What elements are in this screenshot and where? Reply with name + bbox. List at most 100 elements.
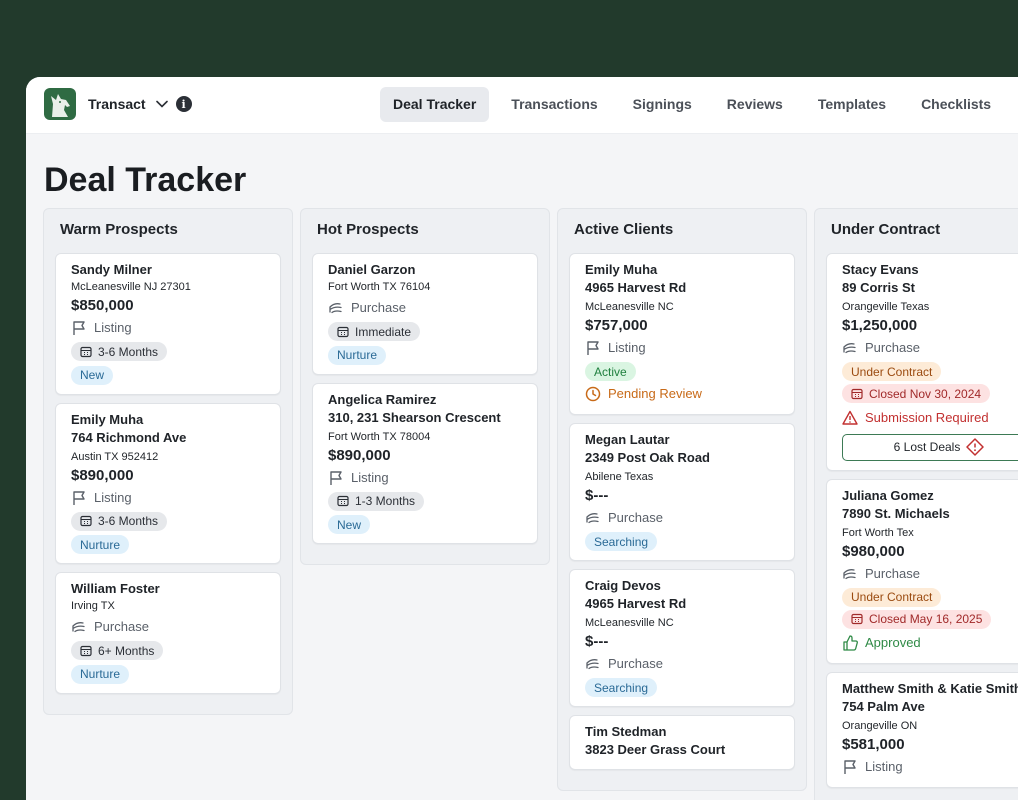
deal-card[interactable]: Angelica Ramirez 310, 231 Shearson Cresc… [312, 382, 538, 544]
timeline-label: Immediate [355, 324, 412, 339]
client-city: Orangeville Texas [842, 301, 930, 313]
client-name: Angelica Ramirez [328, 391, 437, 407]
review-status-label: Pending Review [608, 386, 702, 401]
timeline-label: 1-3 Months [355, 494, 416, 508]
closing-date-label: Closed May 16, 2025 [869, 612, 983, 626]
deal-price: $--- [585, 633, 609, 650]
deal-card[interactable]: Juliana Gomez 7890 St. Michaels Fort Wor… [826, 478, 1018, 664]
nav-tab-templates[interactable]: Templates [805, 87, 899, 122]
deal-card[interactable]: Sandy Milner McLeanesville NJ 27301 $850… [55, 253, 281, 395]
client-street: 7890 St. Michaels [842, 505, 950, 521]
calendar-icon [337, 495, 349, 507]
handshake-icon [71, 619, 87, 635]
clock-icon [585, 386, 601, 402]
closing-date-badge: Closed Nov 30, 2024 [842, 384, 991, 403]
nav-tab-transactions[interactable]: Transactions [498, 87, 610, 122]
nav-tab-deal-tracker[interactable]: Deal Tracker [380, 87, 490, 122]
handshake-icon [328, 300, 344, 316]
calendar-icon [851, 613, 863, 625]
deal-type: Listing [71, 487, 265, 509]
workspace-name[interactable]: Transact [88, 96, 146, 112]
stage-badge: Searching [585, 678, 658, 697]
submission-status-label: Submission Required [865, 409, 989, 425]
handshake-icon [585, 510, 601, 526]
client-city: Abilene Texas [585, 471, 654, 483]
thumbs-up-icon [842, 635, 858, 651]
deal-card[interactable]: Daniel Garzon Fort Worth TX 76104 Purcha… [312, 253, 538, 375]
timeline-label: 3-6 Months [98, 344, 159, 359]
client-city: Fort Worth TX 78004 [328, 430, 431, 443]
stage-badge: New [71, 365, 114, 385]
closing-date-label: Closed Nov 30, 2024 [869, 386, 982, 401]
deal-card[interactable]: Emily Muha 764 Richmond Ave Austin TX 95… [55, 402, 281, 564]
stage-badge: New [328, 515, 371, 534]
kanban-board: Warm Prospects Sandy Milner McLeanesvill… [43, 208, 1018, 800]
deal-card[interactable]: Megan Lautar 2349 Post Oak Road Abilene … [569, 423, 795, 561]
nav-tab-checklists[interactable]: Checklists [908, 87, 1004, 122]
flag-icon [328, 470, 344, 486]
deal-card[interactable]: Emily Muha 4965 Harvest Rd McLeanesville… [569, 253, 795, 415]
client-street: 4965 Harvest Rd [585, 280, 687, 295]
deal-type: Purchase [328, 297, 522, 319]
approval-status-label: Approved [865, 635, 921, 650]
client-name: Daniel Garzon [328, 262, 416, 277]
nav-tab-signings[interactable]: Signings [620, 87, 705, 122]
flag-icon [71, 490, 87, 506]
client-name: Megan Lautar [585, 432, 670, 447]
stage-badge: Under Contract [842, 587, 942, 607]
lost-deals-button[interactable]: 6 Lost Deals [842, 433, 1018, 461]
review-status: Pending Review [585, 383, 779, 405]
deal-type: Purchase [71, 616, 265, 638]
calendar-icon [851, 388, 863, 400]
deal-type-label: Listing [865, 759, 903, 774]
timeline-badge: 3-6 Months [71, 342, 168, 361]
chevron-down-icon[interactable] [155, 100, 168, 108]
timeline-badge: Immediate [328, 322, 421, 341]
client-city: Austin TX 952412 [71, 450, 159, 463]
closing-date-badge: Closed May 16, 2025 [842, 609, 992, 629]
deal-type: Listing [842, 756, 1018, 778]
calendar-icon [80, 346, 92, 358]
column-title: Active Clients [574, 221, 674, 238]
deal-price: $980,000 [842, 542, 905, 560]
lost-deals-label: 6 Lost Deals [893, 440, 961, 454]
deal-type-label: Purchase [94, 619, 149, 634]
deal-card[interactable]: William Foster Irving TX Purchase 6+ Mon… [55, 572, 281, 694]
column-active-clients: Active Clients Emily Muha 4965 Harvest R… [557, 208, 807, 791]
client-city: Fort Worth Tex [842, 526, 914, 539]
client-city: McLeanesville NC [585, 301, 674, 313]
deal-type-label: Purchase [865, 565, 920, 581]
app-window: Transact i Deal Tracker Transactions Sig… [26, 77, 1018, 800]
deal-card[interactable]: Matthew Smith & Katie Smith 754 Palm Ave… [826, 672, 1018, 788]
handshake-icon [585, 656, 601, 672]
client-name: Tim Stedman [585, 724, 667, 739]
deal-price: $850,000 [71, 297, 134, 314]
info-icon[interactable]: i [175, 96, 192, 112]
client-street: 2349 Post Oak Road [585, 450, 710, 465]
deal-card[interactable]: Craig Devos 4965 Harvest Rd McLeanesvill… [569, 569, 795, 707]
deal-type: Purchase [842, 337, 1018, 359]
deal-price: $--- [585, 487, 609, 504]
deal-type: Purchase [585, 653, 779, 675]
wolf-logo-icon[interactable] [44, 88, 76, 120]
stage-badge: Nurture [71, 535, 130, 554]
client-name: Matthew Smith & Katie Smith [842, 681, 1018, 696]
deal-type-label: Purchase [351, 300, 406, 315]
brand: Transact i [44, 88, 192, 120]
deal-type: Listing [328, 467, 522, 489]
client-name: Stacy Evans [842, 262, 919, 277]
timeline-badge: 3-6 Months [71, 511, 168, 531]
deal-card[interactable]: Stacy Evans 89 Corris St Orangeville Tex… [826, 253, 1018, 471]
client-name: Sandy Milner [71, 262, 152, 277]
flag-icon [842, 759, 858, 775]
deal-type: Listing [585, 337, 779, 359]
deal-price: $581,000 [842, 736, 905, 753]
nav-tab-reviews[interactable]: Reviews [714, 87, 796, 122]
deal-card[interactable]: Tim Stedman 3823 Deer Grass Court [569, 715, 795, 770]
client-city: Irving TX [71, 600, 115, 612]
client-city: Orangeville ON [842, 720, 918, 732]
timeline-badge: 1-3 Months [328, 491, 425, 511]
deal-type-label: Listing [351, 469, 389, 485]
stage-badge: Active [585, 362, 636, 381]
timeline-label: 3-6 Months [98, 514, 159, 528]
